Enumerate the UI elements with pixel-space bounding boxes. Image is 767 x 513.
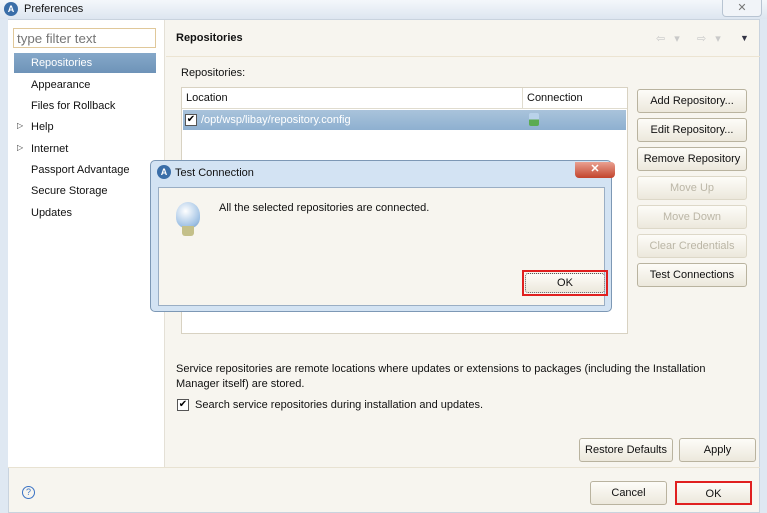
row-location: /opt/wsp/libay/repository.config [201, 114, 351, 126]
sidebar-item-appearance[interactable]: Appearance [14, 75, 156, 95]
title-bar [0, 0, 767, 19]
dialog-ok-button[interactable]: OK [525, 273, 605, 293]
test-connections-button[interactable]: Test Connections [637, 263, 747, 287]
table-row[interactable]: ✔ /opt/wsp/libay/repository.config [183, 110, 626, 130]
restore-defaults-button[interactable]: Restore Defaults [579, 438, 673, 462]
filter-input[interactable] [13, 28, 156, 48]
search-service-checkbox[interactable]: ✔ [177, 399, 189, 411]
connection-ok-icon [529, 113, 539, 126]
forward-button[interactable]: ⇨ ▾ [697, 32, 724, 45]
sidebar-item-passport-advantage[interactable]: Passport Advantage [14, 160, 156, 180]
app-icon: A [4, 2, 18, 16]
apply-button[interactable]: Apply [679, 438, 756, 462]
back-button[interactable]: ⇦ ▾ [656, 32, 683, 45]
dialog-body: All the selected repositories are connec… [158, 187, 608, 306]
view-menu-icon[interactable]: ▼ [740, 33, 749, 43]
column-header-location[interactable]: Location [182, 88, 523, 109]
divider [8, 467, 760, 468]
divider [166, 56, 760, 57]
label: Internet [31, 143, 69, 155]
sidebar-item-files-for-rollback[interactable]: Files for Rollback [14, 96, 156, 116]
help-icon[interactable]: ? [22, 486, 35, 499]
test-connection-dialog: A Test Connection ✕ All the selected rep… [150, 160, 615, 312]
page-title: Repositories [176, 32, 243, 44]
add-repository-button[interactable]: Add Repository... [637, 89, 747, 113]
column-header-connection[interactable]: Connection [523, 88, 627, 109]
expand-icon[interactable]: ▷ [17, 143, 23, 152]
dialog-title: Test Connection [175, 167, 254, 179]
remove-repository-button[interactable]: Remove Repository [637, 147, 747, 171]
dialog-message: All the selected repositories are connec… [219, 202, 430, 214]
clear-credentials-button[interactable]: Clear Credentials [637, 234, 747, 258]
move-down-button[interactable]: Move Down [637, 205, 747, 229]
sidebar-item-updates[interactable]: Updates [14, 203, 156, 223]
move-up-button[interactable]: Move Up [637, 176, 747, 200]
cancel-button[interactable]: Cancel [590, 481, 667, 505]
lightbulb-icon [176, 202, 200, 228]
description-text: Service repositories are remote location… [176, 363, 706, 390]
expand-icon[interactable]: ▷ [17, 121, 23, 130]
dialog-app-icon: A [157, 165, 171, 179]
repositories-label: Repositories: [181, 67, 246, 79]
dialog-close-button[interactable]: ✕ [575, 162, 615, 178]
sidebar-item-repositories[interactable]: Repositories [14, 53, 156, 73]
lightbulb-base [182, 226, 194, 236]
window-title: Preferences [24, 3, 84, 15]
row-checkbox[interactable]: ✔ [185, 114, 197, 126]
ok-button[interactable]: OK [675, 481, 752, 505]
sidebar-item-secure-storage[interactable]: Secure Storage [14, 181, 156, 201]
window-close-button[interactable]: ✕ [722, 0, 762, 17]
sidebar-item-internet[interactable]: ▷ Internet [14, 139, 156, 159]
label: Help [31, 121, 54, 133]
sidebar-item-help[interactable]: ▷ Help [14, 117, 156, 137]
search-service-label[interactable]: Search service repositories during insta… [195, 399, 483, 411]
edit-repository-button[interactable]: Edit Repository... [637, 118, 747, 142]
